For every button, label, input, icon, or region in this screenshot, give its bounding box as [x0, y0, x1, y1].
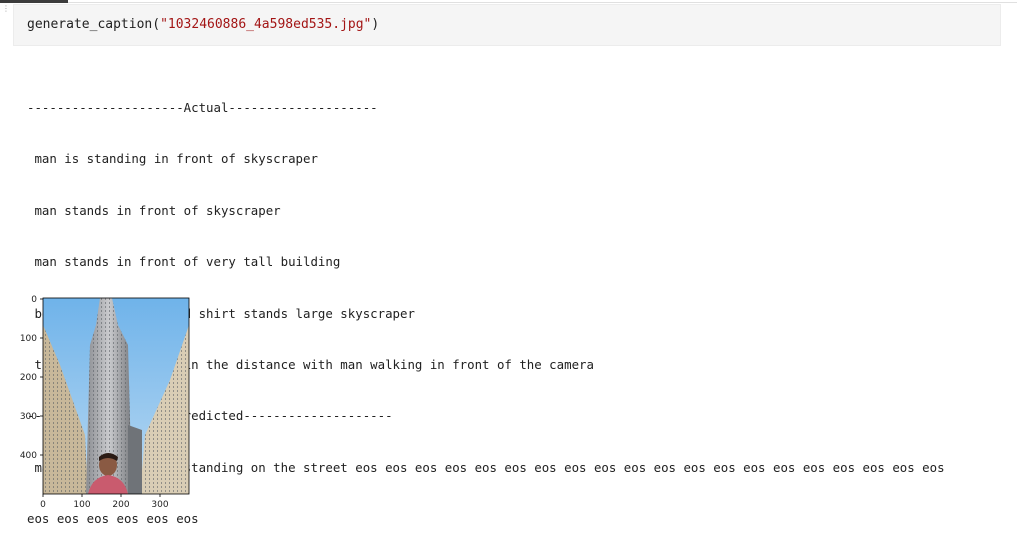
x-axis: 0 100 200 300 [40, 494, 169, 509]
matplotlib-figure: 0 100 200 300 400 0 100 200 300 [0, 285, 230, 509]
actual-caption: man is standing in front of skyscraper [27, 151, 318, 167]
cell-gutter-icon[interactable]: ⋮ [2, 4, 10, 14]
code-cell[interactable]: generate_caption("1032460886_4a598ed535.… [13, 4, 1001, 46]
x-tick-label: 100 [73, 500, 90, 509]
y-tick-label: 100 [20, 334, 37, 344]
cell-top-divider [68, 2, 1017, 3]
x-tick-label: 300 [151, 500, 168, 509]
photo-skyscraper [43, 298, 189, 494]
y-tick-label: 300 [20, 412, 37, 422]
x-tick-label: 0 [40, 500, 46, 509]
actual-header: ---------------------Actual-------------… [27, 100, 378, 115]
figure-svg: 0 100 200 300 400 0 100 200 300 [20, 295, 190, 509]
cell-top-strip [0, 0, 68, 3]
y-tick-label: 0 [31, 295, 37, 305]
code-function-name: generate_caption [27, 17, 153, 32]
code-string-argument: "1032460886_4a598ed535.jpg" [160, 17, 372, 32]
code-open-paren: ( [152, 17, 161, 32]
y-tick-label: 400 [20, 451, 37, 461]
y-axis: 0 100 200 300 400 [20, 295, 43, 461]
x-tick-label: 200 [112, 500, 129, 509]
actual-caption: man stands in front of very tall buildin… [27, 254, 341, 270]
predicted-caption-continued: eos eos eos eos eos eos [27, 511, 199, 527]
code-close-paren: ) [371, 17, 380, 32]
y-tick-label: 200 [20, 373, 37, 383]
actual-caption: man stands in front of skyscraper [27, 202, 281, 218]
code-line[interactable]: generate_caption("1032460886_4a598ed535.… [27, 17, 379, 33]
